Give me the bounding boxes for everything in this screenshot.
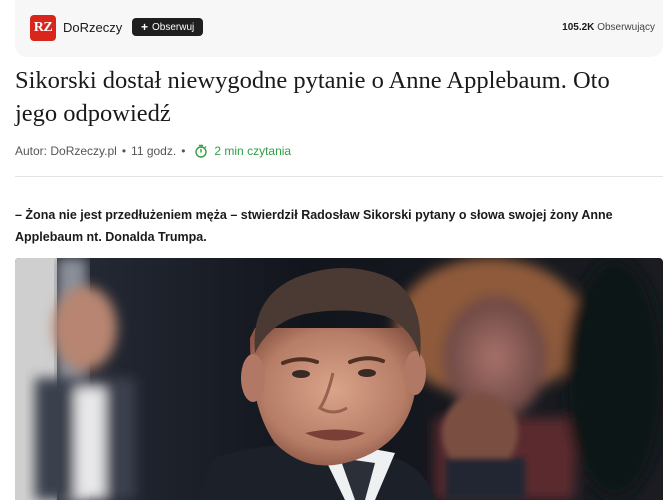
logo-text: RZ — [33, 20, 53, 35]
article-lead: – Żona nie jest przedłużeniem męża – stw… — [15, 208, 613, 244]
followers-label: Obserwujący — [597, 22, 655, 33]
followers-count: 105.2K — [562, 22, 595, 33]
read-time: 2 min czytania — [214, 144, 292, 158]
meta-separator: • — [121, 144, 127, 158]
article-photo[interactable] — [15, 258, 663, 500]
time-ago: 11 godz. — [131, 144, 177, 158]
article-meta: Autor: DoRzeczy.pl • 11 godz. • 2 min cz… — [15, 143, 291, 159]
meta-separator: • — [181, 144, 186, 158]
author-name[interactable]: DoRzeczy.pl — [50, 144, 116, 158]
divider — [15, 176, 663, 177]
follow-button[interactable]: + Obserwuj — [132, 18, 204, 36]
article-title: Sikorski dostał niewygodne pytanie o Ann… — [15, 67, 610, 127]
publisher-logo[interactable]: RZ — [30, 15, 56, 41]
author-label: Autor: — [15, 144, 48, 158]
stopwatch-icon — [193, 143, 209, 159]
followers-info: 105.2K Obserwujący — [562, 22, 655, 33]
article-photo-image — [15, 258, 663, 500]
publisher-bar: RZ DoRzeczy + Obserwuj 105.2K Obserwując… — [15, 0, 663, 57]
publisher-name[interactable]: DoRzeczy — [63, 20, 122, 35]
plus-icon: + — [141, 20, 149, 34]
follow-label: Obserwuj — [152, 21, 195, 33]
